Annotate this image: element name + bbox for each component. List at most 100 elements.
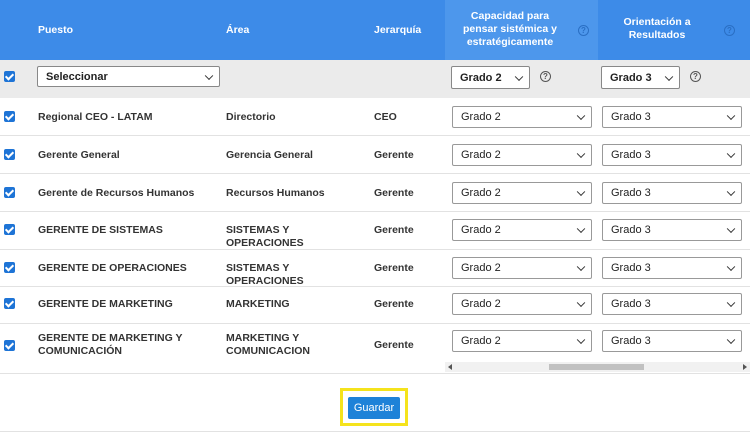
chevron-down-icon xyxy=(514,72,524,81)
row-jerarquia: Gerente xyxy=(374,187,414,199)
header-orientacion: Orientación a Resultados xyxy=(623,16,691,41)
chevron-down-icon xyxy=(576,335,586,345)
row-area: MARKETING Y COMUNICACION xyxy=(226,332,310,357)
row-jerarquia: CEO xyxy=(374,111,397,123)
table-row: Gerente de Recursos Humanos Recursos Hum… xyxy=(0,174,750,212)
table-row: GERENTE DE MARKETING Y COMUNICACIÓN MARK… xyxy=(0,323,750,363)
divider xyxy=(0,373,750,374)
capacidad-value: Grado 2 xyxy=(461,335,501,347)
help-icon[interactable]: ? xyxy=(540,71,551,82)
row-jerarquia: Gerente xyxy=(374,262,414,274)
row-area: Gerencia General xyxy=(226,149,313,161)
capacidad-value: Grado 2 xyxy=(461,111,501,123)
help-icon[interactable]: ? xyxy=(690,71,701,82)
chevron-down-icon xyxy=(576,149,586,159)
scroll-left-icon[interactable] xyxy=(448,364,452,370)
capacidad-select[interactable]: Grado 2 xyxy=(452,182,592,204)
row-area: MARKETING xyxy=(226,298,290,310)
table-row: GERENTE DE OPERACIONES SISTEMAS Y OPERAC… xyxy=(0,249,750,287)
row-jerarquia: Gerente xyxy=(374,298,414,310)
help-icon[interactable]: ? xyxy=(724,25,735,36)
row-checkbox[interactable] xyxy=(4,187,15,198)
orientacion-value: Grado 3 xyxy=(611,149,651,161)
save-button[interactable]: Guardar xyxy=(348,397,400,419)
scroll-right-icon[interactable] xyxy=(743,364,747,370)
orientacion-value: Grado 3 xyxy=(611,187,651,199)
capacidad-select[interactable]: Grado 2 xyxy=(452,330,592,352)
row-puesto: Gerente General xyxy=(38,149,120,161)
row-jerarquia: Gerente xyxy=(374,224,414,236)
header-area: Área xyxy=(226,24,250,36)
row-checkbox[interactable] xyxy=(4,298,15,309)
orientacion-bulk-select[interactable]: Grado 3 xyxy=(601,66,680,89)
capacidad-select[interactable]: Grado 2 xyxy=(452,257,592,279)
save-highlight: Guardar xyxy=(340,388,408,426)
select-all-checkbox[interactable] xyxy=(4,71,15,82)
chevron-down-icon xyxy=(726,111,736,121)
scrollbar-thumb[interactable] xyxy=(549,364,644,370)
chevron-down-icon xyxy=(726,335,736,345)
capacidad-select[interactable]: Grado 2 xyxy=(452,144,592,166)
header-jerarquia: Jerarquía xyxy=(374,24,422,36)
orientacion-value: Grado 3 xyxy=(611,262,651,274)
chevron-down-icon xyxy=(726,187,736,197)
capacidad-bulk-value: Grado 2 xyxy=(460,71,502,84)
orientacion-value: Grado 3 xyxy=(611,335,651,347)
row-checkbox[interactable] xyxy=(4,224,15,235)
orientacion-select[interactable]: Grado 3 xyxy=(602,293,742,315)
row-puesto: GERENTE DE OPERACIONES xyxy=(38,262,187,274)
chevron-down-icon xyxy=(204,71,214,80)
chevron-down-icon xyxy=(726,224,736,234)
orientacion-select[interactable]: Grado 3 xyxy=(602,257,742,279)
row-puesto: GERENTE DE MARKETING Y COMUNICACIÓN xyxy=(38,332,183,357)
orientacion-value: Grado 3 xyxy=(611,298,651,310)
table-row: GERENTE DE SISTEMAS SISTEMAS Y OPERACION… xyxy=(0,212,750,250)
chevron-down-icon xyxy=(664,72,674,81)
orientacion-value: Grado 3 xyxy=(611,224,651,236)
position-select[interactable]: Seleccionar xyxy=(37,66,220,87)
capacidad-value: Grado 2 xyxy=(461,262,501,274)
chevron-down-icon xyxy=(576,262,586,272)
row-checkbox[interactable] xyxy=(4,262,15,273)
chevron-down-icon xyxy=(576,224,586,234)
chevron-down-icon xyxy=(726,149,736,159)
horizontal-scrollbar[interactable] xyxy=(445,362,750,372)
row-area: Directorio xyxy=(226,111,276,123)
capacidad-value: Grado 2 xyxy=(461,187,501,199)
row-puesto: Regional CEO - LATAM xyxy=(38,111,153,123)
row-jerarquia: Gerente xyxy=(374,339,414,351)
row-checkbox[interactable] xyxy=(4,340,15,351)
capacidad-value: Grado 2 xyxy=(461,149,501,161)
row-puesto: GERENTE DE MARKETING xyxy=(38,298,173,310)
capacidad-bulk-select[interactable]: Grado 2 xyxy=(451,66,530,89)
table-row: GERENTE DE MARKETING MARKETING Gerente G… xyxy=(0,286,750,324)
capacidad-select[interactable]: Grado 2 xyxy=(452,293,592,315)
row-checkbox[interactable] xyxy=(4,149,15,160)
chevron-down-icon xyxy=(576,111,586,121)
orientacion-select[interactable]: Grado 3 xyxy=(602,144,742,166)
table-row: Gerente General Gerencia General Gerente… xyxy=(0,136,750,174)
chevron-down-icon xyxy=(576,298,586,308)
row-puesto: Gerente de Recursos Humanos xyxy=(38,187,195,199)
position-select-value: Seleccionar xyxy=(46,70,108,83)
orientacion-select[interactable]: Grado 3 xyxy=(602,182,742,204)
row-puesto: GERENTE DE SISTEMAS xyxy=(38,224,163,236)
orientacion-select[interactable]: Grado 3 xyxy=(602,106,742,128)
header-capacidad: Capacidad para pensar sistémica y estrat… xyxy=(463,10,557,48)
capacidad-select[interactable]: Grado 2 xyxy=(452,219,592,241)
help-icon[interactable]: ? xyxy=(578,25,589,36)
row-area: SISTEMAS Y OPERACIONES xyxy=(226,224,304,249)
orientacion-bulk-value: Grado 3 xyxy=(610,71,652,84)
chevron-down-icon xyxy=(576,187,586,197)
orientacion-select[interactable]: Grado 3 xyxy=(602,219,742,241)
orientacion-value: Grado 3 xyxy=(611,111,651,123)
chevron-down-icon xyxy=(726,262,736,272)
row-jerarquia: Gerente xyxy=(374,149,414,161)
capacidad-select[interactable]: Grado 2 xyxy=(452,106,592,128)
row-area: Recursos Humanos xyxy=(226,187,325,199)
divider xyxy=(0,431,750,432)
row-checkbox[interactable] xyxy=(4,111,15,122)
capacidad-value: Grado 2 xyxy=(461,224,501,236)
chevron-down-icon xyxy=(726,298,736,308)
orientacion-select[interactable]: Grado 3 xyxy=(602,330,742,352)
